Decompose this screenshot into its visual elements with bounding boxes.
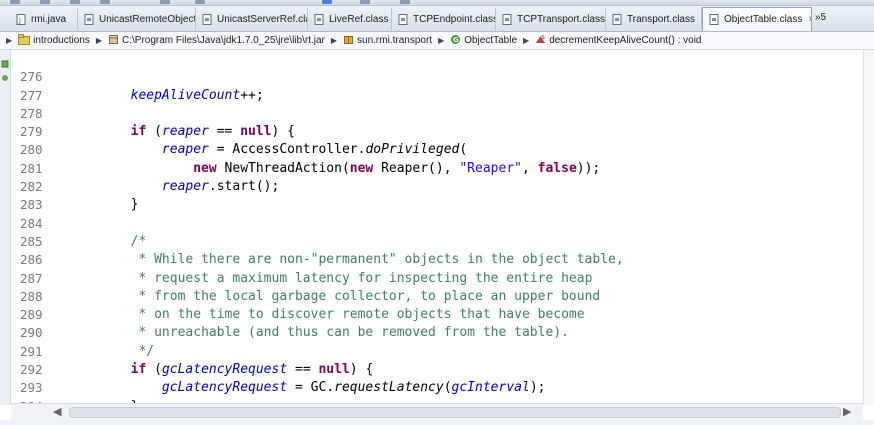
breadcrumb-item-jar[interactable]: C:\Program Files\Java\jdk1.7.0_25\jre\li… (108, 34, 325, 48)
bookmark-marker-icon[interactable] (1, 55, 9, 68)
tab-label: TCPEndpoint.class (413, 13, 496, 25)
tab-transport[interactable]: Transport.class (606, 8, 702, 30)
code-line: 289 * unreachable (and thus can be remov… (11, 288, 863, 340)
tab-overflow-button[interactable]: »5 (815, 12, 826, 23)
toolbar-button[interactable] (70, 0, 80, 4)
java-file-icon: J (16, 13, 27, 25)
scroll-right-arrow-icon[interactable]: ▶ (843, 405, 851, 418)
code-line: 276 keepAliveCount++; (11, 50, 863, 102)
code-line: 281 reaper.start(); (11, 142, 863, 194)
tab-tcp-endpoint[interactable]: TCPEndpoint.class (392, 8, 496, 30)
class-file-icon (502, 13, 513, 25)
tab-live-ref[interactable]: LiveRef.class (308, 8, 392, 30)
code-line: 292 gcLatencyRequest = GC.requestLatency… (11, 343, 863, 395)
code-line: 293 } (11, 361, 863, 403)
code-line: 286 * request a maximum latency for insp… (11, 233, 863, 285)
code-line: 283 (11, 178, 863, 212)
bookmark-marker-icon[interactable] (1, 69, 9, 81)
breadcrumb-label: decrementKeepAliveCount() : void (549, 35, 702, 46)
toolbar-button[interactable] (400, 0, 410, 4)
tab-rmi-java[interactable]: J rmi.java (10, 8, 78, 30)
breadcrumb-item-project[interactable]: introductions (18, 33, 90, 48)
tab-label: UnicastServerRef.cla (217, 13, 308, 25)
class-file-icon (612, 13, 623, 25)
code-line: 285 * While there are non-"permanent" ob… (11, 215, 863, 267)
tab-label: Transport.class (627, 13, 695, 25)
package-icon (343, 34, 354, 48)
toolbar-button[interactable] (100, 0, 110, 4)
editor-tab-bar: J rmi.java UnicastRemoteObject. UnicastS… (0, 6, 874, 32)
tab-label: LiveRef.class (329, 13, 389, 25)
svg-text:S: S (542, 35, 545, 41)
code-line: 291 if (gcLatencyRequest == null) { (11, 325, 863, 377)
scrollbar-thumb[interactable] (69, 407, 841, 418)
breadcrumb-separator[interactable]: ▶ (331, 36, 337, 45)
breadcrumb-item-package[interactable]: sun.rmi.transport (343, 34, 432, 48)
svg-text:G: G (453, 36, 459, 44)
breadcrumb-separator[interactable]: ▶ (6, 36, 12, 45)
toolbar-button[interactable] (40, 0, 50, 4)
method-icon: S (535, 34, 546, 48)
toolbar-button[interactable] (360, 0, 370, 4)
tab-object-table[interactable]: ObjectTable.class × (702, 7, 812, 31)
toolbar-button[interactable] (10, 0, 20, 4)
code-editor[interactable]: 276 keepAliveCount++; 277 278 if (reaper… (11, 50, 863, 403)
code-line: 277 (11, 68, 863, 103)
class-icon: G (450, 34, 461, 48)
code-line: 287 * from the local garbage collector, … (11, 251, 863, 304)
project-folder-icon (18, 33, 31, 48)
tab-tcp-transport[interactable]: TCPTransport.class (496, 8, 606, 30)
breadcrumb-item-class[interactable]: G ObjectTable (450, 34, 517, 48)
class-file-icon (314, 13, 325, 25)
window-bottom-edge (0, 420, 874, 425)
toolbar-button[interactable] (195, 0, 205, 4)
tab-unicast-remote-object[interactable]: UnicastRemoteObject. (78, 8, 196, 30)
class-file-icon (398, 13, 409, 25)
close-icon[interactable]: × (808, 14, 811, 25)
horizontal-scrollbar[interactable]: ◀ ▶ (11, 403, 863, 420)
code-line: 279 reaper = AccessController.doPrivileg… (11, 105, 863, 157)
editor-left-gutter (0, 50, 11, 405)
breadcrumb-label: C:\Program Files\Java\jdk1.7.0_25\jre\li… (122, 35, 325, 46)
code-line: 290 */ (11, 306, 863, 358)
code-line: 278 if (reaper == null) { (11, 87, 863, 139)
class-file-icon (202, 13, 213, 25)
class-file-icon (709, 14, 720, 25)
jar-icon (108, 34, 119, 48)
code-line: 284 /* (11, 196, 863, 249)
tab-label: TCPTransport.class (517, 13, 605, 25)
tab-label: rmi.java (31, 13, 67, 25)
code-line: 288 * on the time to discover remote obj… (11, 270, 863, 322)
code-line: 294 } (11, 379, 863, 403)
tab-unicast-server-ref[interactable]: UnicastServerRef.cla (196, 8, 308, 30)
toolbar-button[interactable] (322, 0, 332, 4)
code-line: 280 new NewThreadAction(new Reaper(), "R… (11, 123, 863, 175)
svg-text:J: J (18, 16, 21, 24)
breadcrumb-separator[interactable]: ▶ (96, 36, 102, 45)
breadcrumb-item-method[interactable]: S decrementKeepAliveCount() : void (535, 34, 702, 48)
tab-label: ObjectTable.class (724, 14, 803, 25)
breadcrumb-separator[interactable]: ▶ (523, 36, 529, 45)
scroll-left-arrow-icon[interactable]: ◀ (53, 405, 61, 418)
breadcrumb-label: ObjectTable (464, 35, 518, 46)
toolbar-button[interactable] (160, 0, 170, 4)
code-line: 282 } (11, 160, 863, 212)
overview-ruler[interactable] (863, 50, 874, 405)
breadcrumb-label: introductions (33, 35, 90, 46)
breadcrumb-separator[interactable]: ▶ (438, 36, 444, 45)
tab-label: UnicastRemoteObject. (99, 13, 196, 25)
class-file-icon (84, 13, 95, 25)
breadcrumb: ▶ introductions ▶ C:\Program Files\Java\… (0, 32, 874, 50)
breadcrumb-label: sun.rmi.transport (357, 35, 433, 46)
